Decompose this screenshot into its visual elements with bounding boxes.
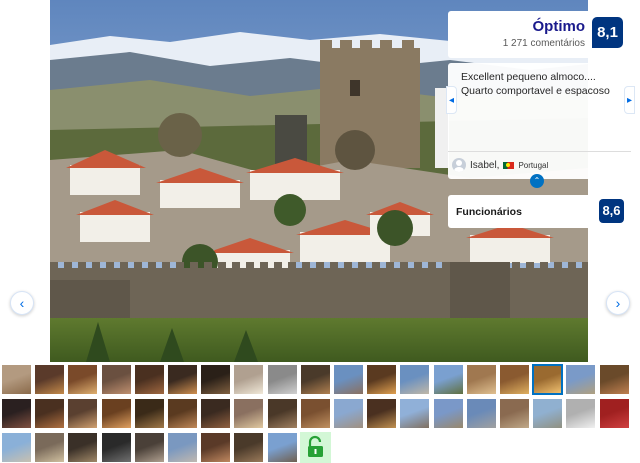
user-avatar-icon bbox=[452, 158, 466, 172]
photo-thumbnail[interactable] bbox=[598, 364, 630, 395]
next-photo-button[interactable]: › bbox=[606, 291, 630, 315]
photo-thumbnail[interactable] bbox=[167, 398, 198, 429]
divider bbox=[448, 151, 631, 152]
photo-thumbnail[interactable] bbox=[167, 364, 198, 395]
photo-thumbnail[interactable] bbox=[299, 398, 331, 429]
photo-thumbnail[interactable] bbox=[233, 398, 265, 429]
photo-thumbnail[interactable] bbox=[598, 398, 630, 429]
chevron-right-icon: ▸ bbox=[626, 95, 633, 106]
photo-thumbnail[interactable] bbox=[565, 398, 597, 429]
photo-thumbnail[interactable] bbox=[133, 398, 165, 429]
photo-thumbnail[interactable] bbox=[399, 364, 431, 395]
photo-thumbnail[interactable] bbox=[432, 364, 464, 395]
photo-thumbnail[interactable] bbox=[366, 398, 398, 429]
photo-thumbnail[interactable] bbox=[133, 364, 165, 395]
photo-thumbnail[interactable] bbox=[200, 364, 232, 395]
score-badge: 8,1 bbox=[592, 17, 623, 48]
reviewer-country: Portugal bbox=[518, 160, 549, 170]
photo-thumbnail[interactable] bbox=[1, 364, 32, 395]
photo-thumbnail[interactable] bbox=[233, 364, 265, 395]
photo-thumbnail[interactable] bbox=[266, 398, 298, 429]
photo-thumbnail[interactable] bbox=[133, 432, 165, 463]
photo-thumbnail[interactable] bbox=[565, 364, 597, 395]
previous-photo-button[interactable]: ‹ bbox=[10, 291, 34, 315]
photo-thumbnail[interactable] bbox=[366, 364, 398, 395]
photo-thumbnail[interactable] bbox=[67, 364, 99, 395]
review-text: Excellent pequeno almoco.... Quarto comp… bbox=[461, 71, 610, 97]
chevron-right-icon: › bbox=[615, 295, 621, 311]
score-label: Óptimo bbox=[532, 18, 586, 35]
photo-thumbnail[interactable] bbox=[34, 364, 66, 395]
photo-thumbnail[interactable] bbox=[1, 432, 32, 463]
unlock-icon bbox=[307, 435, 323, 457]
reviewer-info: Isabel, Portugal bbox=[452, 158, 548, 172]
photo-thumbnail[interactable] bbox=[1, 398, 32, 429]
staff-score-badge: 8,6 bbox=[599, 199, 624, 223]
photo-thumbnail[interactable] bbox=[67, 398, 99, 429]
photo-thumbnail[interactable] bbox=[299, 364, 331, 395]
photo-thumbnail[interactable] bbox=[200, 432, 232, 463]
photo-thumbnail[interactable] bbox=[399, 398, 431, 429]
photo-thumbnail[interactable] bbox=[532, 398, 564, 429]
photo-thumbnail[interactable] bbox=[100, 432, 132, 463]
photo-thumbnail[interactable] bbox=[532, 364, 564, 395]
review-count: 1 271 comentários bbox=[502, 38, 585, 49]
previous-review-button[interactable]: ◂ bbox=[446, 86, 457, 114]
photo-thumbnail[interactable] bbox=[167, 432, 198, 463]
photo-thumbnail[interactable] bbox=[266, 364, 298, 395]
photo-thumbnail[interactable] bbox=[266, 432, 298, 463]
staff-score-card[interactable]: Funcionários 8,6 bbox=[448, 195, 631, 228]
photo-gallery: ‹ › Óptimo 1 271 comentários 8,1 Excelle… bbox=[0, 0, 640, 463]
photo-thumbnail[interactable] bbox=[100, 364, 132, 395]
review-score-card[interactable]: Óptimo 1 271 comentários 8,1 bbox=[448, 11, 631, 58]
unlock-more-photos-button[interactable] bbox=[299, 432, 331, 463]
reviewer-name: Isabel, bbox=[470, 159, 500, 171]
collapse-review-button[interactable]: ⌃ bbox=[530, 174, 544, 188]
photo-thumbnail[interactable] bbox=[100, 398, 132, 429]
photo-thumbnail[interactable] bbox=[34, 398, 66, 429]
photo-thumbnail[interactable] bbox=[432, 398, 464, 429]
photo-thumbnail[interactable] bbox=[465, 398, 497, 429]
photo-thumbnail[interactable] bbox=[499, 364, 530, 395]
photo-thumbnail[interactable] bbox=[34, 432, 66, 463]
photo-thumbnail[interactable] bbox=[499, 398, 530, 429]
photo-thumbnail[interactable] bbox=[333, 398, 364, 429]
photo-thumbnail[interactable] bbox=[233, 432, 265, 463]
chevron-left-icon: ‹ bbox=[19, 295, 25, 311]
photo-thumbnail[interactable] bbox=[465, 364, 497, 395]
chevron-up-icon: ⌃ bbox=[533, 176, 541, 185]
review-snippet-card: Excellent pequeno almoco.... Quarto comp… bbox=[446, 63, 635, 179]
chevron-left-icon: ◂ bbox=[448, 95, 455, 106]
photo-thumbnail[interactable] bbox=[67, 432, 99, 463]
photo-thumbnail[interactable] bbox=[333, 364, 364, 395]
photo-thumbnail[interactable] bbox=[200, 398, 232, 429]
portugal-flag-icon bbox=[503, 161, 515, 169]
next-review-button[interactable]: ▸ bbox=[624, 86, 635, 114]
staff-label: Funcionários bbox=[456, 206, 522, 218]
